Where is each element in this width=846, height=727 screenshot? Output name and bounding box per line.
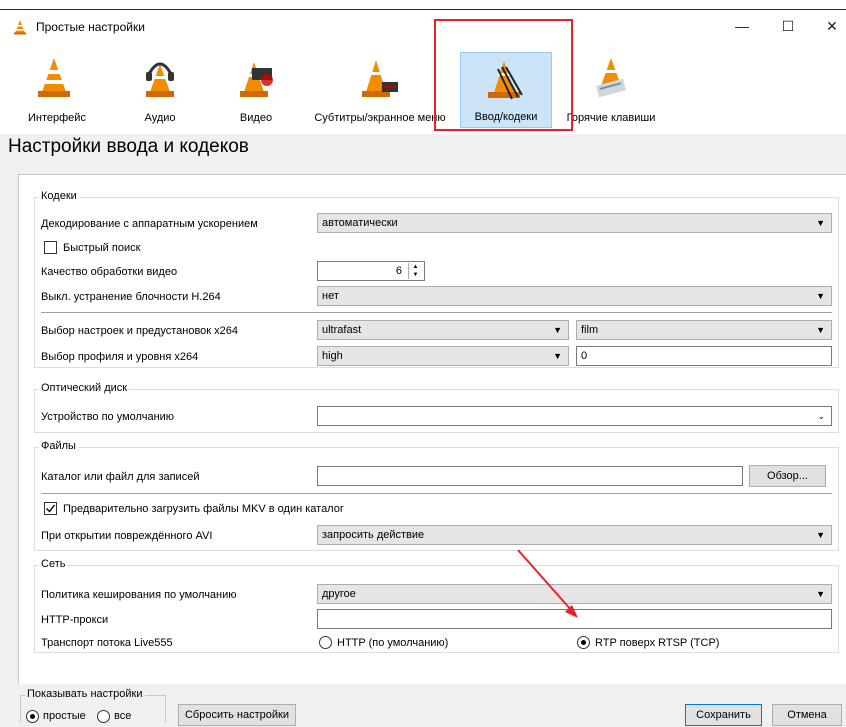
input-codecs-icon xyxy=(488,61,523,100)
fast-seek-checkbox[interactable] xyxy=(44,241,57,254)
caching-policy-value: другое xyxy=(322,588,356,600)
h264-deblocking-select[interactable]: нет ▼ xyxy=(317,286,832,306)
caching-policy-label: Политика кеширования по умолчанию xyxy=(41,589,237,601)
http-proxy-label: HTTP-прокси xyxy=(41,614,109,626)
x264-tune-value: film xyxy=(581,324,599,336)
video-quality-spinbox[interactable]: 6 ▲ ▼ xyxy=(317,261,425,281)
x264-preset-value: ultrafast xyxy=(322,324,362,336)
tab-video-label: Видео xyxy=(239,112,273,124)
tab-hotkeys[interactable]: Горячие клавиши xyxy=(562,52,660,128)
x264-level-value: 0 xyxy=(581,350,588,362)
close-button[interactable]: ✕ xyxy=(822,16,842,36)
hw-decoding-label: Декодирование с аппаратным ускорением xyxy=(41,218,258,230)
simple-mode-radio[interactable] xyxy=(26,710,39,723)
spin-arrows-icon[interactable]: ▲ ▼ xyxy=(408,263,422,279)
http-transport-radio[interactable] xyxy=(319,636,332,649)
damaged-avi-label: При открытии повреждённого AVI xyxy=(41,530,213,542)
tab-input-codecs-label: Ввод/кодеки xyxy=(474,111,538,123)
network-group-title: Сеть xyxy=(39,558,68,570)
rtsp-tcp-transport-radio[interactable] xyxy=(577,636,590,649)
title-bar: Простые настройки — ☐ ✕ xyxy=(0,10,846,44)
files-group-title: Файлы xyxy=(39,440,78,452)
dropdown-arrow-icon: ▼ xyxy=(816,589,825,599)
preferences-window: Простые настройки — ☐ ✕ Интерфейс Аудио … xyxy=(0,9,846,727)
damaged-avi-select[interactable]: запросить действие ▼ xyxy=(317,525,832,545)
codecs-group: Кодеки Декодирование с аппаратным ускоре… xyxy=(34,190,839,368)
mkv-preload-label: Предварительно загрузить файлы MKV в оди… xyxy=(63,503,344,515)
tab-audio[interactable]: Аудио xyxy=(136,52,184,128)
tab-interface[interactable]: Интерфейс xyxy=(28,52,86,128)
subtitles-icon xyxy=(362,60,398,97)
window-title: Простые настройки xyxy=(36,20,145,34)
network-group: Сеть Политика кеширования по умолчанию д… xyxy=(34,558,839,653)
audio-headphones-icon xyxy=(146,62,174,97)
h264-deblocking-label: Выкл. устранение блочности H.264 xyxy=(41,291,221,303)
h264-deblocking-value: нет xyxy=(322,290,339,302)
optical-disc-group: Оптический диск Устройство по умолчанию … xyxy=(34,382,839,433)
hotkeys-keyboard-icon xyxy=(595,58,627,98)
dropdown-arrow-icon: ▼ xyxy=(816,291,825,301)
settings-panel: Кодеки Декодирование с аппаратным ускоре… xyxy=(18,174,846,684)
chevron-down-icon: ⌄ xyxy=(817,411,825,421)
hw-decoding-value: автоматически xyxy=(322,217,398,229)
default-device-select[interactable]: ⌄ xyxy=(317,406,832,426)
caching-policy-select[interactable]: другое ▼ xyxy=(317,584,832,604)
tab-interface-label: Интерфейс xyxy=(28,112,86,124)
cancel-button[interactable]: Отмена xyxy=(772,704,842,726)
dropdown-arrow-icon: ▼ xyxy=(553,325,562,335)
tab-subtitles[interactable]: Субтитры/экранное меню xyxy=(310,52,450,128)
optical-group-title: Оптический диск xyxy=(39,382,130,394)
mkv-preload-checkbox[interactable] xyxy=(44,502,57,515)
x264-profile-label: Выбор профиля и уровня x264 xyxy=(41,351,199,363)
video-film-icon xyxy=(240,62,273,97)
record-path-input[interactable] xyxy=(317,466,743,486)
tab-subtitles-label: Субтитры/экранное меню xyxy=(314,112,446,124)
show-settings-title: Показывать настройки xyxy=(25,688,145,700)
codecs-group-title: Кодеки xyxy=(39,190,79,202)
all-mode-label: все xyxy=(114,710,132,722)
x264-profile-value: high xyxy=(322,350,343,362)
files-group: Файлы Каталог или файл для записей Обзор… xyxy=(34,440,839,551)
reset-settings-button[interactable]: Сбросить настройки xyxy=(178,704,296,726)
category-toolbar: Интерфейс Аудио Видео Субтитры/экранное … xyxy=(0,44,846,134)
browse-button[interactable]: Обзор... xyxy=(749,465,826,487)
x264-preset-select[interactable]: ultrafast ▼ xyxy=(317,320,569,340)
x264-tune-select[interactable]: film ▼ xyxy=(576,320,832,340)
rtsp-tcp-transport-label: RTP поверх RTSP (TCP) xyxy=(595,637,720,649)
checkmark-icon xyxy=(46,504,56,513)
save-button[interactable]: Сохранить xyxy=(685,704,762,726)
x264-preset-label: Выбор настроек и предустановок x264 xyxy=(41,325,239,337)
show-settings-group: Показывать настройки xyxy=(20,688,166,723)
record-path-label: Каталог или файл для записей xyxy=(41,471,200,483)
default-device-label: Устройство по умолчанию xyxy=(41,411,175,423)
all-mode-radio[interactable] xyxy=(97,710,110,723)
hw-decoding-select[interactable]: автоматически ▼ xyxy=(317,213,832,233)
maximize-button[interactable]: ☐ xyxy=(778,16,798,36)
x264-profile-select[interactable]: high ▼ xyxy=(317,346,569,366)
dropdown-arrow-icon: ▼ xyxy=(816,325,825,335)
tab-video[interactable]: Видео xyxy=(236,52,276,128)
tab-hotkeys-label: Горячие клавиши xyxy=(566,112,656,124)
tab-input-codecs[interactable]: Ввод/кодеки xyxy=(460,52,552,128)
dropdown-arrow-icon: ▼ xyxy=(816,530,825,540)
video-quality-value: 6 xyxy=(395,265,402,277)
vlc-cone-icon xyxy=(14,20,26,35)
http-transport-label: HTTP (по умолчанию) xyxy=(337,637,449,649)
simple-mode-label: простые xyxy=(43,710,86,722)
dropdown-arrow-icon: ▼ xyxy=(553,351,562,361)
minimize-button[interactable]: — xyxy=(732,16,752,36)
tab-audio-label: Аудио xyxy=(144,112,176,124)
http-proxy-input[interactable] xyxy=(317,609,832,629)
fast-seek-label: Быстрый поиск xyxy=(63,242,141,254)
page-title: Настройки ввода и кодеков xyxy=(8,136,249,157)
interface-icon xyxy=(38,58,70,97)
separator xyxy=(41,493,832,494)
live555-transport-label: Транспорт потока Live555 xyxy=(41,637,173,649)
x264-level-input[interactable]: 0 xyxy=(576,346,832,366)
video-quality-label: Качество обработки видео xyxy=(41,266,178,278)
dropdown-arrow-icon: ▼ xyxy=(816,218,825,228)
damaged-avi-value: запросить действие xyxy=(322,529,425,541)
separator xyxy=(41,312,832,313)
